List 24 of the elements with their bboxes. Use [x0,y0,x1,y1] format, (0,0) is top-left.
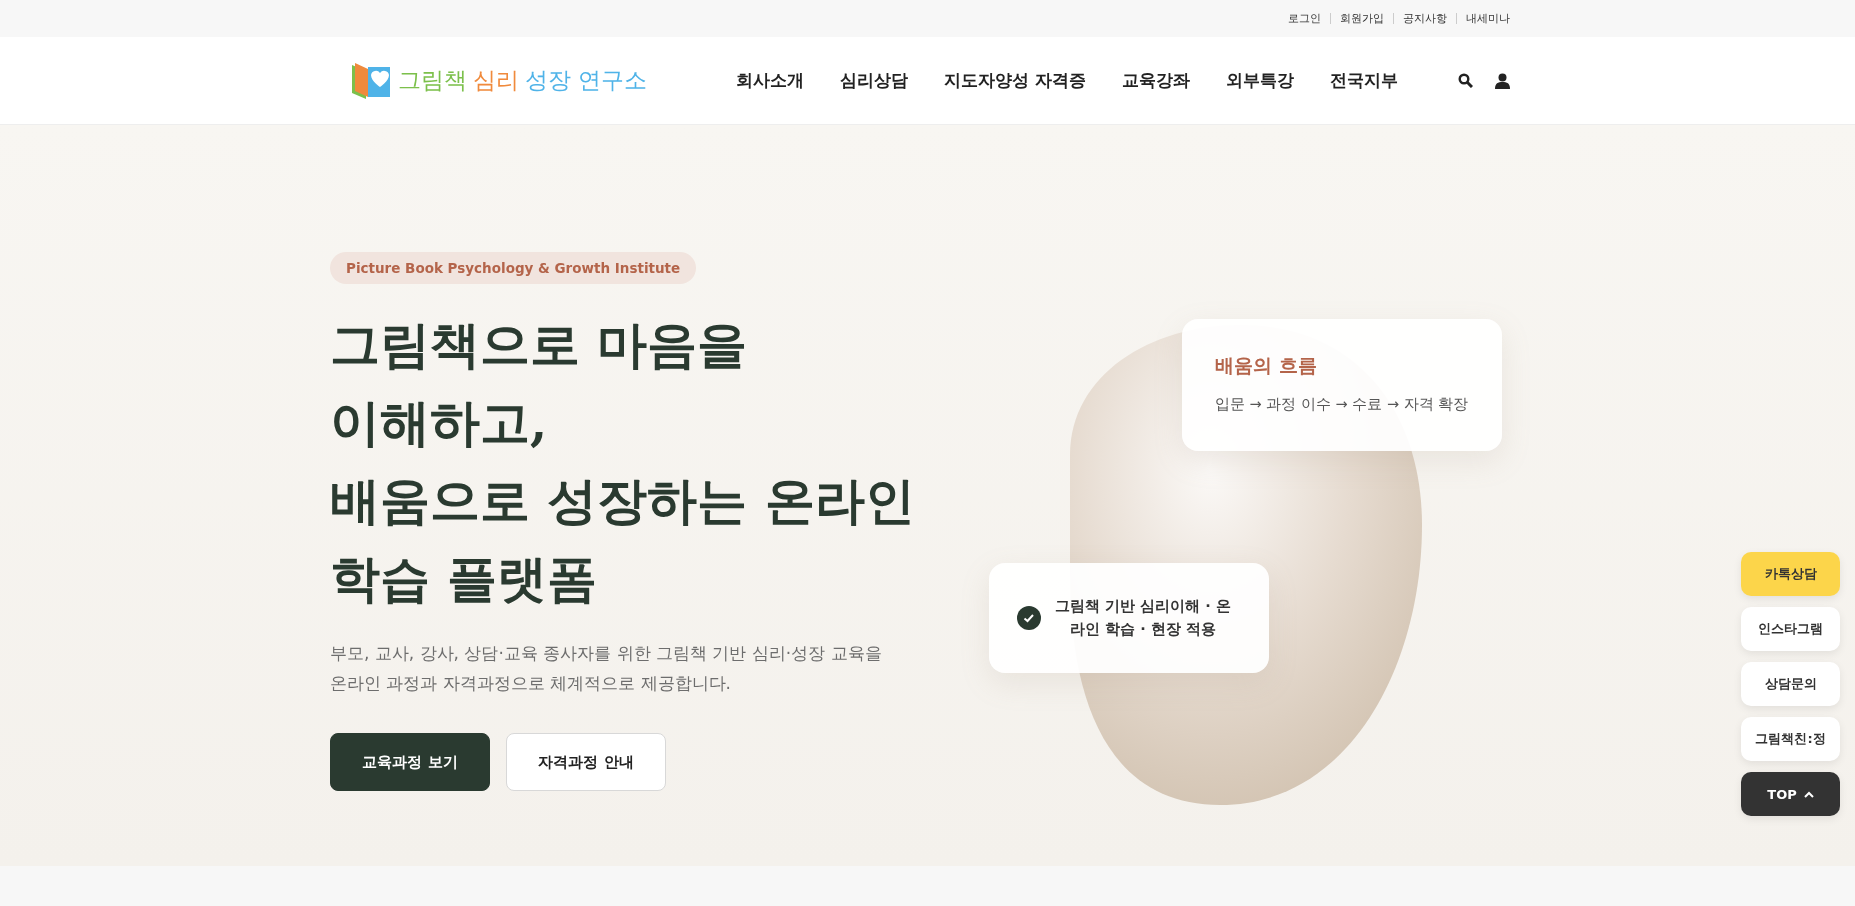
course-button[interactable]: 자격과정 안내 [506,733,666,791]
nav-link[interactable]: 심리상담 [840,69,909,92]
feature-text: 그림책 기반 심리이해 · 온라인 학습 · 현장 적용 [1054,597,1232,639]
nav-link[interactable]: 지도자양성 자격증 [944,69,1086,92]
nav-link[interactable]: 전국지부 [1330,69,1398,92]
tagline-badge: Picture Book Psychology & Growth Institute [330,252,697,284]
flow-title: 배움의 흐름 [1215,353,1318,378]
quick-menu-button[interactable]: 상담문의 [1741,662,1840,706]
top-link[interactable]: 로그인 [1288,11,1321,26]
hero-description: 부모, 교사, 강사, 상담·교육 종사자를 위한 그림책 기반 심리·성장 교육을 온라인 과정과 자격과정으로 체계적으로 제공합니다. [330,642,883,695]
logo-text: 그림책 심리 성장 연구소 [398,66,648,95]
scroll-top-button[interactable]: TOP [1741,772,1840,816]
course-button[interactable]: 교육과정 보기 [330,733,490,791]
nav-link[interactable]: 외부특강 [1226,69,1294,92]
nav-link[interactable]: 회사소개 [736,69,805,92]
quick-menu-button[interactable]: 인스타그램 [1741,607,1840,651]
quick-menu-button[interactable]: 그림책친:정 [1741,717,1840,761]
top-link[interactable]: 회원가입 [1340,11,1384,26]
flow-text: 입문 → 과정 이수 → 수료 → 자격 확장 [1215,395,1469,414]
quick-menu-button[interactable]: 카톡상담 [1741,552,1840,596]
hero-heading: 그림책으로 마음을 이해하고, 배움으로 성장하는 온라인 학습 플랫폼 [330,314,915,610]
top-link[interactable]: 공지사항 [1403,11,1447,26]
nav-link[interactable]: 교육강좌 [1122,69,1190,92]
top-link[interactable]: 내세미나 [1466,11,1510,26]
